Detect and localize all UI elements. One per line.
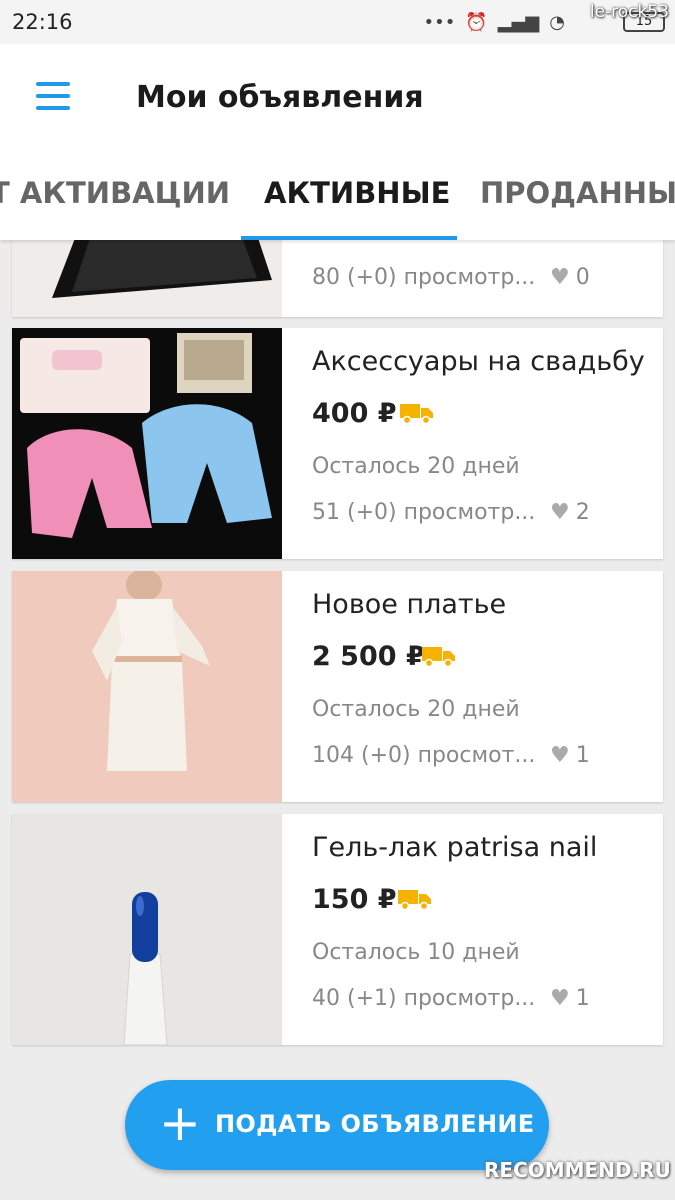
- listing-price: 400 ₽: [312, 398, 397, 429]
- wifi-icon: ◔: [549, 12, 565, 33]
- listing-title: Гель-лак patrisa nail: [312, 832, 598, 863]
- listing-title: Новое платье: [312, 589, 507, 620]
- watermark-bottom: RECOMMEND.RU: [484, 1158, 671, 1182]
- app-bar: Мои объявления: [0, 44, 675, 154]
- listing-likes-count: 1: [575, 743, 590, 768]
- signal-icon: ▂▄▆: [497, 12, 540, 33]
- listing-card[interactable]: Аксессуары на свадьбу 400 ₽ Осталось 20 …: [12, 328, 663, 559]
- watermark-top: le-rock53: [589, 2, 669, 22]
- page-title: Мои объявления: [136, 80, 424, 115]
- tab-bar: Т АКТИВАЦИИ АКТИВНЫЕ ПРОДАННЫЕ: [0, 154, 675, 240]
- listing-likes: ♥ 1: [550, 986, 590, 1011]
- more-icon: •••: [423, 12, 456, 33]
- listing-views: 40 (+1) просмотр...: [312, 986, 536, 1011]
- listing-views: 80 (+0) просмотр...: [312, 265, 536, 290]
- listing-views: 51 (+0) просмотр...: [312, 500, 536, 525]
- add-listing-button[interactable]: + ПОДАТЬ ОБЪЯВЛЕНИЕ: [125, 1080, 549, 1170]
- listing-likes-count: 2: [575, 500, 590, 525]
- tab-sold[interactable]: ПРОДАННЫЕ: [480, 176, 675, 210]
- listing-likes: ♥ 1: [550, 743, 590, 768]
- menu-icon[interactable]: [36, 82, 70, 110]
- heart-icon: ♥: [550, 743, 570, 768]
- listing-remaining: Осталось 20 дней: [312, 697, 520, 722]
- listing-price: 2 500 ₽: [312, 641, 425, 672]
- listing-thumbnail: [12, 328, 282, 559]
- tab-pending-activation[interactable]: Т АКТИВАЦИИ: [0, 176, 230, 210]
- tab-active-indicator: [241, 236, 457, 240]
- listing-card[interactable]: Новое платье 2 500 ₽ Осталось 20 дней 10…: [12, 571, 663, 802]
- alarm-icon: ⏰: [465, 12, 488, 33]
- listing-views: 104 (+0) просмот...: [312, 743, 536, 768]
- listing-card[interactable]: 80 (+0) просмотр... ♥ 0: [12, 240, 663, 317]
- plus-icon: +: [159, 1094, 201, 1152]
- listing-thumbnail: [12, 571, 282, 802]
- listing-remaining: Осталось 10 дней: [312, 940, 520, 965]
- status-bar: 22:16 ••• ⏰ ▂▄▆ ◔ 15: [0, 0, 675, 44]
- delivery-truck-icon: [398, 890, 431, 910]
- listing-likes-count: 0: [575, 265, 590, 290]
- tab-active[interactable]: АКТИВНЫЕ: [264, 176, 450, 210]
- delivery-truck-icon: [400, 404, 433, 424]
- heart-icon: ♥: [550, 986, 570, 1011]
- listing-likes: ♥ 0: [550, 265, 590, 290]
- status-time: 22:16: [12, 10, 73, 34]
- listing-thumbnail: [12, 240, 282, 317]
- status-icons: ••• ⏰ ▂▄▆ ◔: [423, 12, 565, 33]
- listing-likes-count: 1: [575, 986, 590, 1011]
- listing-thumbnail: [12, 814, 282, 1045]
- listing-remaining: Осталось 20 дней: [312, 454, 520, 479]
- listing-likes: ♥ 2: [550, 500, 590, 525]
- add-listing-label: ПОДАТЬ ОБЪЯВЛЕНИЕ: [215, 1110, 535, 1138]
- listing-price: 150 ₽: [312, 884, 397, 915]
- listings-list[interactable]: 80 (+0) просмотр... ♥ 0 Аксессуары на сва…: [0, 240, 675, 1200]
- listing-card[interactable]: Гель-лак patrisa nail 150 ₽ Осталось 10 …: [12, 814, 663, 1045]
- heart-icon: ♥: [550, 265, 570, 290]
- heart-icon: ♥: [550, 500, 570, 525]
- listing-title: Аксессуары на свадьбу: [312, 346, 645, 377]
- delivery-truck-icon: [422, 647, 455, 667]
